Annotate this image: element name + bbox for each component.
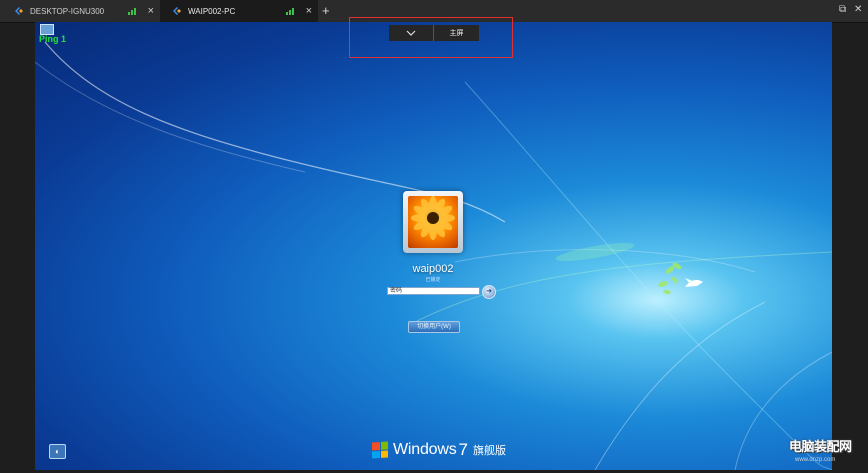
bird-icon	[685, 278, 703, 287]
password-input[interactable]: 密码	[387, 287, 480, 295]
ping-indicator: Ping 1	[39, 34, 67, 44]
brand-version: 7	[458, 440, 468, 459]
signal-strength-icon	[286, 7, 294, 15]
brand-name: Windows	[393, 441, 457, 458]
user-avatar	[403, 191, 463, 253]
login-username: waip002	[412, 263, 454, 275]
close-window-button[interactable]: ✕	[854, 4, 862, 15]
ease-of-access-icon[interactable]: ◐	[49, 444, 66, 459]
login-arrow-button[interactable]: ➜	[482, 285, 496, 299]
tab-label: WAIP002-PC	[188, 6, 236, 16]
tab-label: DESKTOP-IGNU300	[30, 6, 105, 16]
tab-close-icon[interactable]: ×	[306, 5, 312, 17]
brand-edition: 旗舰版	[472, 445, 506, 457]
watermark-title: 电脑装配网	[789, 439, 852, 454]
site-watermark: 电脑装配网 www.dnzp.com	[787, 434, 868, 472]
switch-user-button[interactable]: 切换用户(W)	[408, 321, 460, 333]
windows-branding: Windows 7 旗舰版	[372, 440, 506, 460]
signal-strength-icon	[128, 7, 136, 15]
tab-waip002-pc[interactable]: WAIP002-PC ×	[160, 0, 318, 22]
add-tab-button[interactable]: +	[322, 3, 330, 18]
highlight-annotation-box	[349, 17, 513, 58]
watermark-url: www.dnzp.com	[795, 457, 836, 463]
login-status: 已锁定	[425, 277, 441, 283]
restore-window-button[interactable]: ⧉	[839, 4, 846, 15]
remote-desktop-logo-icon	[172, 6, 182, 16]
flower-picture-icon	[408, 196, 458, 248]
remote-desktop-logo-icon	[14, 6, 24, 16]
windows-logo-icon	[372, 441, 388, 459]
tab-desktop-ignu300[interactable]: DESKTOP-IGNU300 ×	[0, 0, 160, 22]
remote-desktop-view[interactable]: Ping 1 waip002 已锁定 密码 ➜ 切换用户(W) ◐ Window…	[35, 22, 832, 470]
tab-close-icon[interactable]: ×	[148, 5, 154, 17]
